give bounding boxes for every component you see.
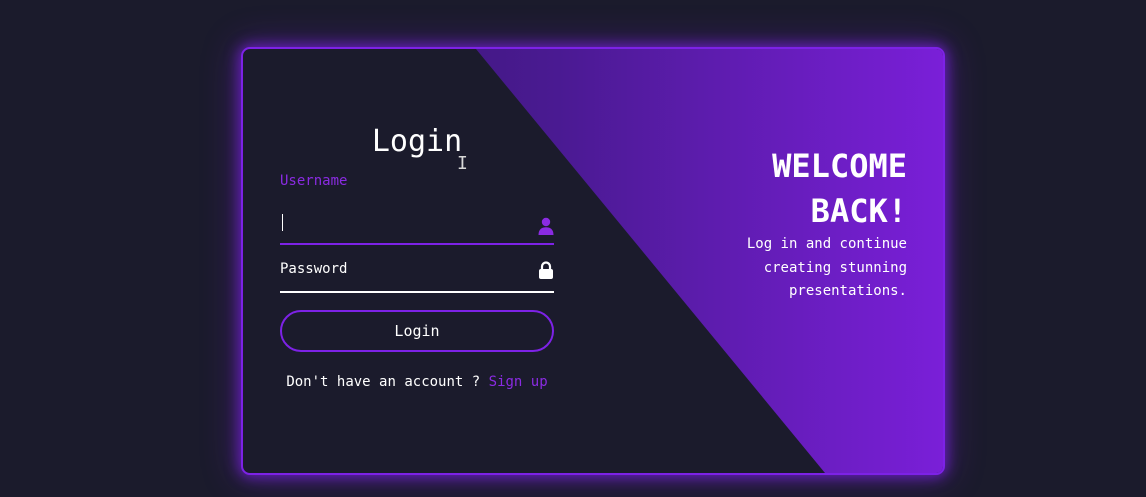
user-icon bbox=[538, 217, 554, 235]
welcome-text: Log in and continue creating stunning pr… bbox=[746, 236, 907, 299]
login-card: Login I Username Password Login Don't ha… bbox=[241, 47, 945, 475]
lock-icon bbox=[539, 261, 553, 279]
login-button[interactable]: Login bbox=[280, 310, 554, 352]
mouse-text-cursor: I bbox=[457, 153, 468, 174]
welcome-title: WELCOME BACK! bbox=[772, 147, 907, 230]
password-label: Password bbox=[280, 261, 348, 277]
username-field[interactable]: Username bbox=[280, 173, 554, 245]
signup-link[interactable]: Sign up bbox=[489, 374, 548, 390]
password-field[interactable]: Password bbox=[280, 255, 554, 293]
signup-row: Don't have an account ? Sign up bbox=[279, 373, 555, 391]
signup-prompt: Don't have an account ? bbox=[286, 374, 481, 390]
username-label: Username bbox=[280, 173, 348, 189]
login-title: Login bbox=[371, 124, 463, 159]
input-caret bbox=[282, 214, 283, 231]
